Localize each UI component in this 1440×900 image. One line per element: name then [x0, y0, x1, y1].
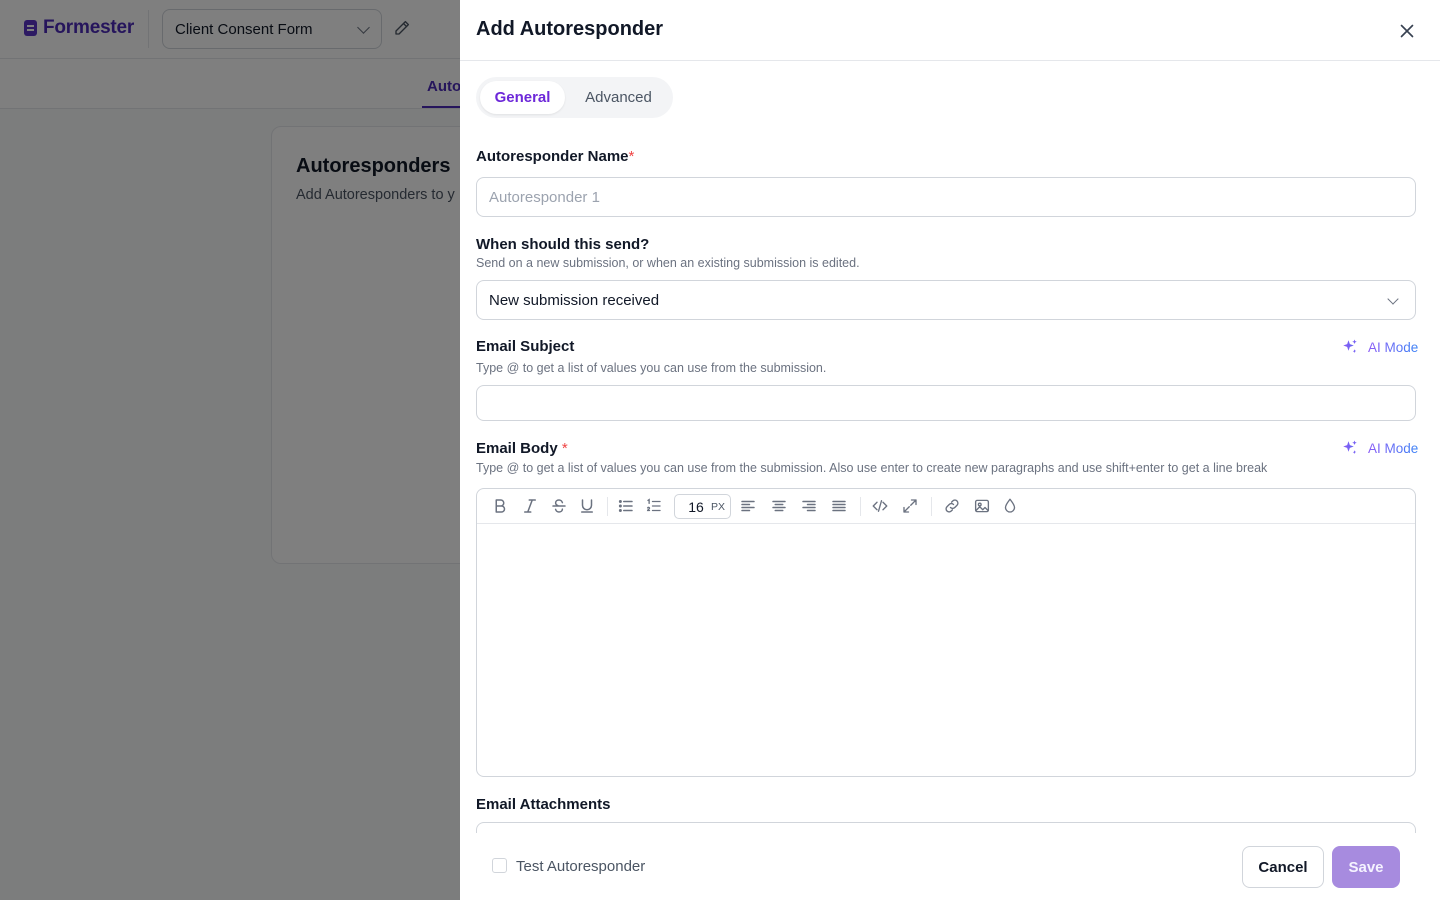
drawer-header: Add Autoresponder — [460, 0, 1440, 61]
sparkle-icon — [1343, 440, 1357, 454]
trigger-select[interactable]: New submission received — [476, 280, 1416, 320]
autoresponder-name-label: Autoresponder Name* — [476, 148, 634, 165]
tab-advanced[interactable]: Advanced — [572, 81, 665, 114]
drawer-tabs: General Advanced — [476, 77, 673, 118]
trigger-hint: Send on a new submission, or when an exi… — [476, 256, 860, 270]
test-autoresponder-label[interactable]: Test Autoresponder — [516, 858, 645, 875]
align-center-icon[interactable] — [770, 497, 788, 515]
code-icon[interactable] — [871, 497, 889, 515]
chevron-down-icon — [1387, 293, 1399, 305]
underline-icon[interactable] — [578, 497, 596, 515]
autoresponder-name-input[interactable]: Autoresponder 1 — [476, 177, 1416, 217]
toolbar-divider — [860, 497, 861, 516]
email-subject-hint: Type @ to get a list of values you can u… — [476, 361, 827, 375]
test-autoresponder-checkbox[interactable] — [492, 858, 507, 873]
fullscreen-icon[interactable] — [901, 497, 919, 515]
bullet-list-icon[interactable] — [617, 497, 635, 515]
email-subject-label: Email Subject — [476, 338, 575, 355]
toolbar-divider — [607, 497, 608, 516]
cancel-button[interactable]: Cancel — [1242, 846, 1324, 888]
toolbar-divider — [931, 497, 932, 516]
link-icon[interactable] — [943, 497, 961, 515]
close-icon[interactable] — [1396, 20, 1418, 42]
bold-icon[interactable] — [491, 497, 509, 515]
font-size-input[interactable]: 16 PX — [674, 494, 731, 519]
email-body-label-text: Email Body — [476, 440, 558, 457]
email-body-label: Email Body * — [476, 440, 568, 457]
email-subject-input[interactable] — [476, 385, 1416, 421]
autoresponder-name-placeholder: Autoresponder 1 — [489, 188, 600, 206]
add-autoresponder-drawer: Add Autoresponder General Advanced Autor… — [460, 0, 1440, 900]
align-left-icon[interactable] — [739, 497, 757, 515]
font-size-unit: PX — [711, 500, 726, 513]
sparkle-icon — [1343, 339, 1357, 353]
image-icon[interactable] — [973, 497, 991, 515]
trigger-label: When should this send? — [476, 236, 650, 253]
tab-general[interactable]: General — [480, 81, 565, 114]
ai-mode-label: AI Mode — [1368, 339, 1419, 355]
align-right-icon[interactable] — [800, 497, 818, 515]
align-justify-icon[interactable] — [830, 497, 848, 515]
subject-ai-mode-button[interactable]: AI Mode — [1340, 338, 1418, 356]
email-body-editor[interactable]: 16 PX — [476, 488, 1416, 777]
required-mark: * — [561, 440, 568, 457]
color-drop-icon[interactable] — [1001, 497, 1019, 515]
email-attachments-label: Email Attachments — [476, 796, 611, 813]
drawer-footer: Test Autoresponder Cancel Save — [460, 833, 1440, 900]
email-body-hint: Type @ to get a list of values you can u… — [476, 461, 1268, 475]
numbered-list-icon[interactable] — [645, 497, 663, 515]
autoresponder-name-label-text: Autoresponder Name — [476, 148, 629, 165]
font-size-value: 16 — [688, 498, 704, 515]
trigger-select-value: New submission received — [489, 291, 660, 309]
save-button[interactable]: Save — [1332, 846, 1400, 888]
strikethrough-icon[interactable] — [550, 497, 568, 515]
editor-toolbar: 16 PX — [477, 489, 1415, 524]
italic-icon[interactable] — [521, 497, 539, 515]
drawer-title: Add Autoresponder — [476, 18, 664, 40]
ai-mode-label: AI Mode — [1368, 440, 1419, 456]
body-ai-mode-button[interactable]: AI Mode — [1340, 439, 1418, 457]
required-mark: * — [628, 148, 635, 165]
